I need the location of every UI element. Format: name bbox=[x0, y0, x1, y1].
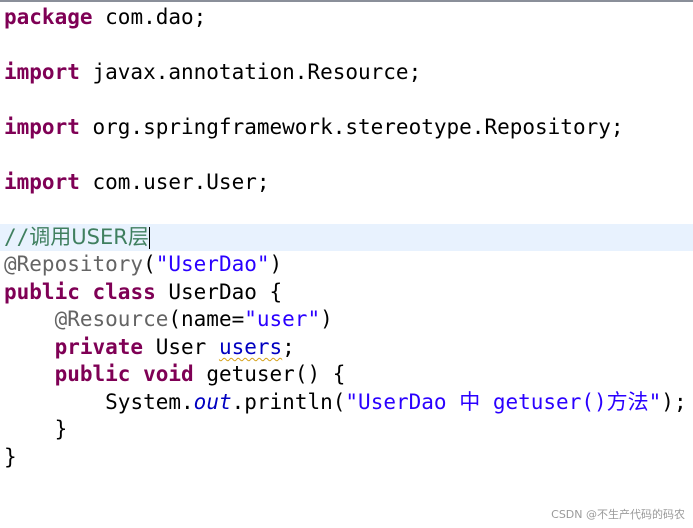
string-literal: "UserDao" bbox=[155, 252, 270, 276]
code-line-resource-annotation[interactable]: @Resource(name="user") bbox=[4, 306, 333, 333]
code-text: UserDao { bbox=[155, 280, 283, 304]
code-text: ) bbox=[320, 307, 333, 331]
editor-top-border bbox=[0, 0, 693, 2]
text-caret bbox=[148, 227, 150, 249]
code-line-println[interactable]: System.out.println("UserDao 中 getuser()方… bbox=[4, 389, 687, 416]
code-text: } bbox=[4, 445, 17, 469]
code-line-class-close[interactable]: } bbox=[4, 444, 17, 471]
code-text: .println( bbox=[231, 390, 346, 414]
keyword: import bbox=[4, 60, 80, 84]
code-text: getuser() { bbox=[193, 362, 346, 386]
code-line-import-user[interactable]: import com.user.User; bbox=[4, 169, 270, 196]
keyword: import bbox=[4, 170, 80, 194]
code-text: com.user.User; bbox=[79, 170, 270, 194]
keyword: public bbox=[54, 362, 131, 386]
code-text: com.dao; bbox=[92, 5, 207, 29]
code-line-comment-current[interactable]: //调用USER层 bbox=[0, 224, 693, 251]
code-text: ( bbox=[143, 252, 156, 276]
code-text: ; bbox=[282, 335, 295, 359]
code-line-method-declaration[interactable]: public void getuser() { bbox=[4, 361, 346, 388]
code-line-method-close[interactable]: } bbox=[4, 416, 68, 443]
code-text: (name= bbox=[168, 307, 245, 331]
static-field: out bbox=[193, 390, 232, 414]
keyword: private bbox=[54, 335, 144, 359]
code-text: User bbox=[143, 335, 219, 359]
field-name-with-warning[interactable]: users bbox=[219, 335, 282, 359]
code-text: System. bbox=[105, 390, 194, 414]
keyword: public bbox=[4, 280, 80, 304]
keyword: class bbox=[92, 280, 156, 304]
code-line-field[interactable]: private User users; bbox=[4, 334, 295, 361]
keyword: void bbox=[143, 362, 194, 386]
keyword: import bbox=[4, 115, 80, 139]
code-text: javax.annotation.Resource; bbox=[79, 60, 422, 84]
code-text: ) bbox=[269, 252, 283, 276]
code-line-class-declaration[interactable]: public class UserDao { bbox=[4, 279, 282, 306]
string-literal: "user" bbox=[244, 307, 321, 331]
code-line-repository-annotation[interactable]: @Repository("UserDao") bbox=[4, 251, 282, 278]
keyword: package bbox=[4, 5, 93, 29]
code-line-import-resource[interactable]: import javax.annotation.Resource; bbox=[4, 59, 421, 86]
code-text: org.springframework.stereotype.Repositor… bbox=[79, 115, 624, 139]
code-editor[interactable]: package com.dao; import javax.annotation… bbox=[0, 0, 693, 528]
csdn-watermark: CSDN @不生产代码的码农 bbox=[551, 508, 685, 521]
annotation: @Resource bbox=[54, 307, 169, 331]
string-literal: "UserDao 中 getuser()方法" bbox=[345, 390, 662, 414]
code-text: ); bbox=[661, 390, 687, 414]
code-line-package[interactable]: package com.dao; bbox=[4, 4, 206, 31]
annotation: @Repository bbox=[4, 252, 144, 276]
code-text: } bbox=[4, 417, 68, 441]
comment: //调用USER层 bbox=[4, 225, 149, 249]
code-line-import-repository[interactable]: import org.springframework.stereotype.Re… bbox=[4, 114, 624, 141]
